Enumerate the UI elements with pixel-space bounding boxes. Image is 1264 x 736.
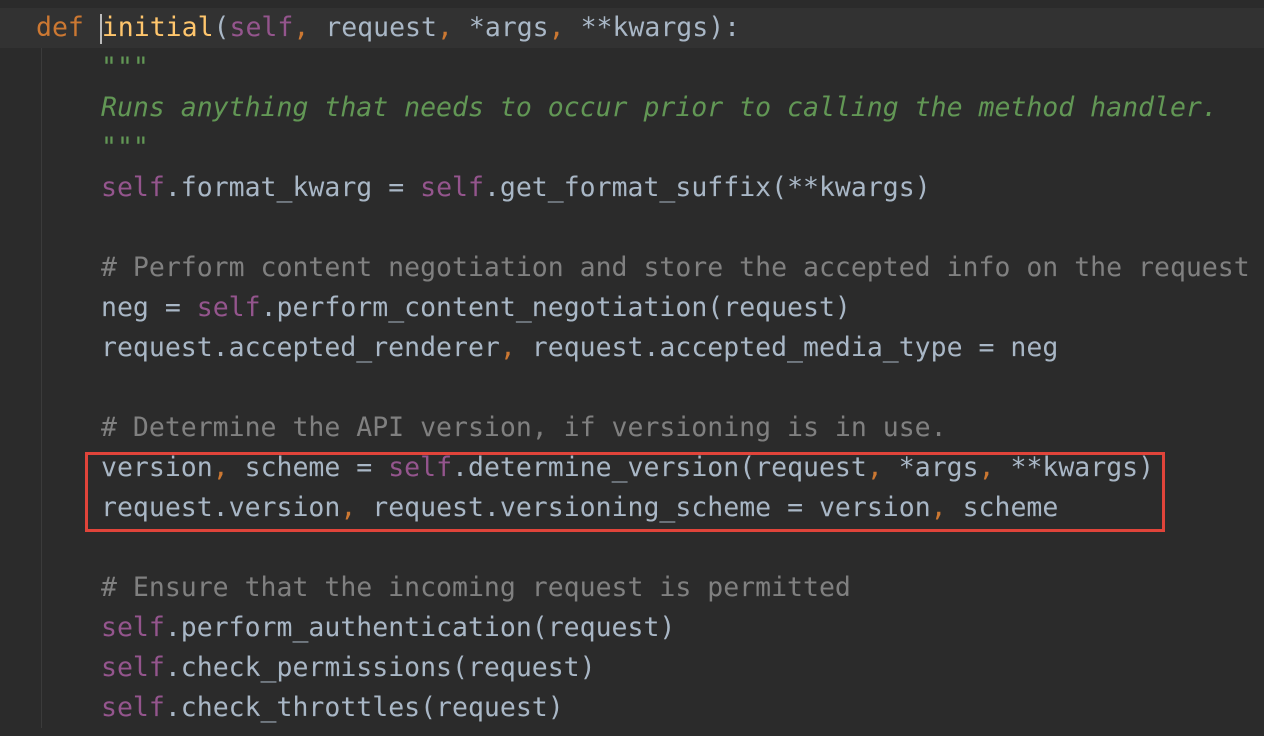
code-token: self: [196, 292, 261, 323]
code-token: # Determine the API version, if versioni…: [101, 412, 947, 443]
code-line[interactable]: # Ensure that the incoming request is pe…: [101, 568, 851, 608]
code-token: self: [101, 652, 165, 683]
code-token: .check_throttles(request): [164, 692, 564, 723]
code-token: # Perform content negotiation and store …: [101, 252, 1250, 283]
code-token: (: [213, 12, 230, 43]
code-token: self: [101, 692, 165, 723]
code-editor[interactable]: def initial(self, request, *args, **kwar…: [0, 0, 1264, 736]
code-token: **kwargs: [580, 12, 709, 43]
code-line[interactable]: """: [101, 48, 149, 88]
code-token: request: [325, 12, 437, 43]
code-token: ):: [708, 12, 741, 43]
code-line[interactable]: self.format_kwarg = self.get_format_suff…: [101, 168, 931, 208]
code-token: .perform_content_negotiation(request): [260, 292, 851, 323]
code-token: .format_kwarg =: [164, 172, 421, 203]
code-line[interactable]: self.check_throttles(request): [101, 688, 564, 728]
code-line[interactable]: """: [101, 128, 149, 168]
code-token: .get_format_suffix(**kwargs): [483, 172, 931, 203]
code-token: self: [101, 172, 165, 203]
code-token: initial: [101, 12, 214, 43]
code-token: """: [101, 132, 149, 163]
code-line[interactable]: def initial(self, request, *args, **kwar…: [36, 8, 740, 48]
code-token: """: [101, 52, 149, 83]
code-token: request.accepted_media_type = neg: [531, 332, 1059, 363]
code-token: request.accepted_renderer: [101, 332, 500, 363]
annotation-highlight-box: [85, 452, 1165, 532]
code-line[interactable]: # Determine the API version, if versioni…: [101, 408, 947, 448]
code-token: ,: [293, 12, 326, 43]
code-line[interactable]: self.perform_authentication(request): [101, 608, 675, 648]
code-token: def: [36, 12, 84, 43]
indent-guide: [41, 48, 42, 728]
code-token: *args: [468, 12, 549, 43]
code-line[interactable]: neg = self.perform_content_negotiation(r…: [101, 288, 851, 328]
code-token: Runs anything that needs to occur prior …: [101, 92, 1218, 123]
code-line[interactable]: self.check_permissions(request): [101, 648, 596, 688]
code-line[interactable]: Runs anything that needs to occur prior …: [101, 88, 1218, 128]
code-token: self: [420, 172, 484, 203]
code-token: ,: [436, 12, 469, 43]
code-token: self: [229, 12, 294, 43]
code-token: ,: [548, 12, 581, 43]
code-token: .check_permissions(request): [164, 652, 596, 683]
code-token: self: [101, 612, 165, 643]
code-line[interactable]: # Perform content negotiation and store …: [101, 248, 1250, 288]
code-line[interactable]: request.accepted_renderer, request.accep…: [101, 328, 1058, 368]
code-token: # Ensure that the incoming request is pe…: [101, 572, 851, 603]
code-token: .perform_authentication(request): [164, 612, 676, 643]
code-token: ,: [499, 332, 532, 363]
code-token: neg =: [101, 292, 197, 323]
